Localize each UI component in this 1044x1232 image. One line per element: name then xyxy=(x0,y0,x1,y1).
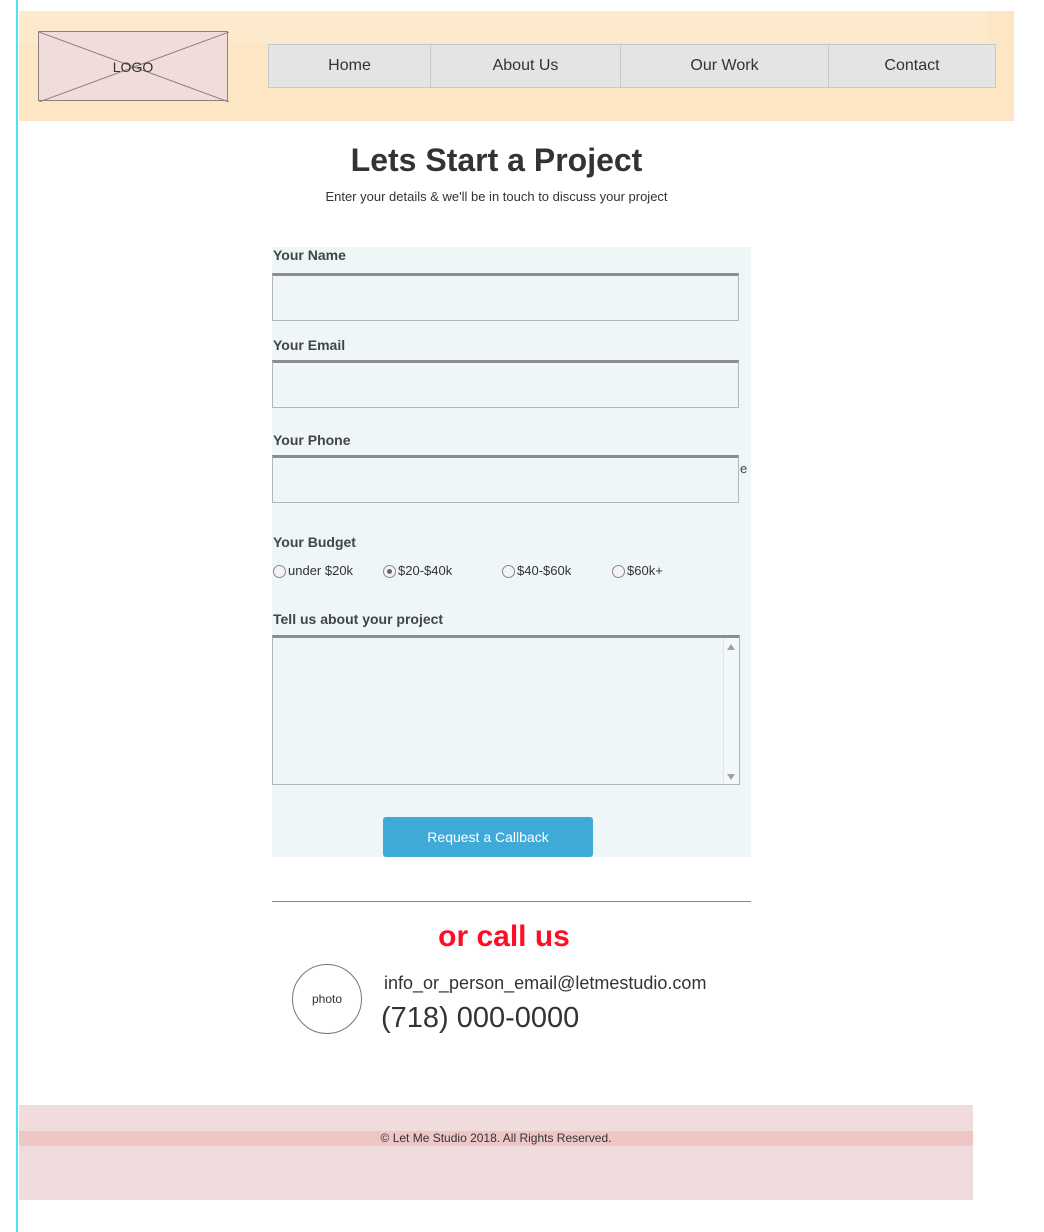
site-header: LOGO Home About Us Our Work Contact xyxy=(19,11,1014,121)
name-input[interactable] xyxy=(272,273,739,321)
project-textarea[interactable] xyxy=(272,635,740,785)
nav-home[interactable]: Home xyxy=(269,45,431,87)
phone-input[interactable] xyxy=(272,455,739,503)
nav-about-us[interactable]: About Us xyxy=(431,45,621,87)
footer-copyright: © Let Me Studio 2018. All Rights Reserve… xyxy=(380,1131,612,1145)
logo-text: LOGO xyxy=(112,59,154,75)
radio-label: $40-$60k xyxy=(517,562,572,578)
radio-label: $60k+ xyxy=(627,562,663,578)
email-label: Your Email xyxy=(273,337,346,353)
site-footer: © Let Me Studio 2018. All Rights Reserve… xyxy=(19,1105,973,1200)
page-subtitle: Enter your details & we'll be in touch t… xyxy=(325,189,668,204)
radio-circle-icon xyxy=(273,565,286,578)
page-title: Lets Start a Project xyxy=(350,142,643,178)
budget-label: Your Budget xyxy=(273,534,356,550)
radio-checked-icon xyxy=(383,565,396,578)
radio-label: under $20k xyxy=(288,562,354,578)
budget-radio-20-40k[interactable]: $20-$40k xyxy=(383,560,452,580)
page: LOGO Home About Us Our Work Contact Lets… xyxy=(0,0,1044,1232)
budget-radio-60k-plus[interactable]: $60k+ xyxy=(612,560,663,580)
budget-radio-40-60k[interactable]: $40-$60k xyxy=(502,560,571,580)
name-label: Your Name xyxy=(273,247,346,263)
photo-placeholder: photo xyxy=(292,964,362,1034)
scroll-down-arrow-icon[interactable] xyxy=(727,774,735,780)
section-divider xyxy=(272,901,751,902)
stray-character: e xyxy=(740,461,748,476)
phone-label: Your Phone xyxy=(273,432,351,448)
main-nav: Home About Us Our Work Contact xyxy=(268,44,996,88)
call-us-heading: or call us xyxy=(438,920,570,953)
radio-circle-icon xyxy=(502,565,515,578)
budget-radio-under-20k[interactable]: under $20k xyxy=(273,560,353,580)
request-callback-button[interactable]: Request a Callback xyxy=(383,817,593,857)
textarea-scrollbar[interactable] xyxy=(723,638,739,784)
radio-circle-icon xyxy=(612,565,625,578)
guide-line xyxy=(16,0,18,1232)
logo-placeholder[interactable]: LOGO xyxy=(38,31,229,102)
contact-email[interactable]: info_or_person_email@letmestudio.com xyxy=(384,973,706,994)
project-form: Your Name Your Email Your Phone e Your B… xyxy=(272,247,751,857)
budget-radio-group: under $20k $20-$40k $40-$60k $60k+ xyxy=(272,560,751,580)
nav-contact[interactable]: Contact xyxy=(829,45,995,87)
project-label: Tell us about your project xyxy=(273,611,444,627)
nav-our-work[interactable]: Our Work xyxy=(621,45,829,87)
contact-phone[interactable]: (718) 000-0000 xyxy=(381,1002,579,1035)
radio-label: $20-$40k xyxy=(398,562,453,578)
email-input[interactable] xyxy=(272,360,739,408)
scroll-up-arrow-icon[interactable] xyxy=(727,644,735,650)
